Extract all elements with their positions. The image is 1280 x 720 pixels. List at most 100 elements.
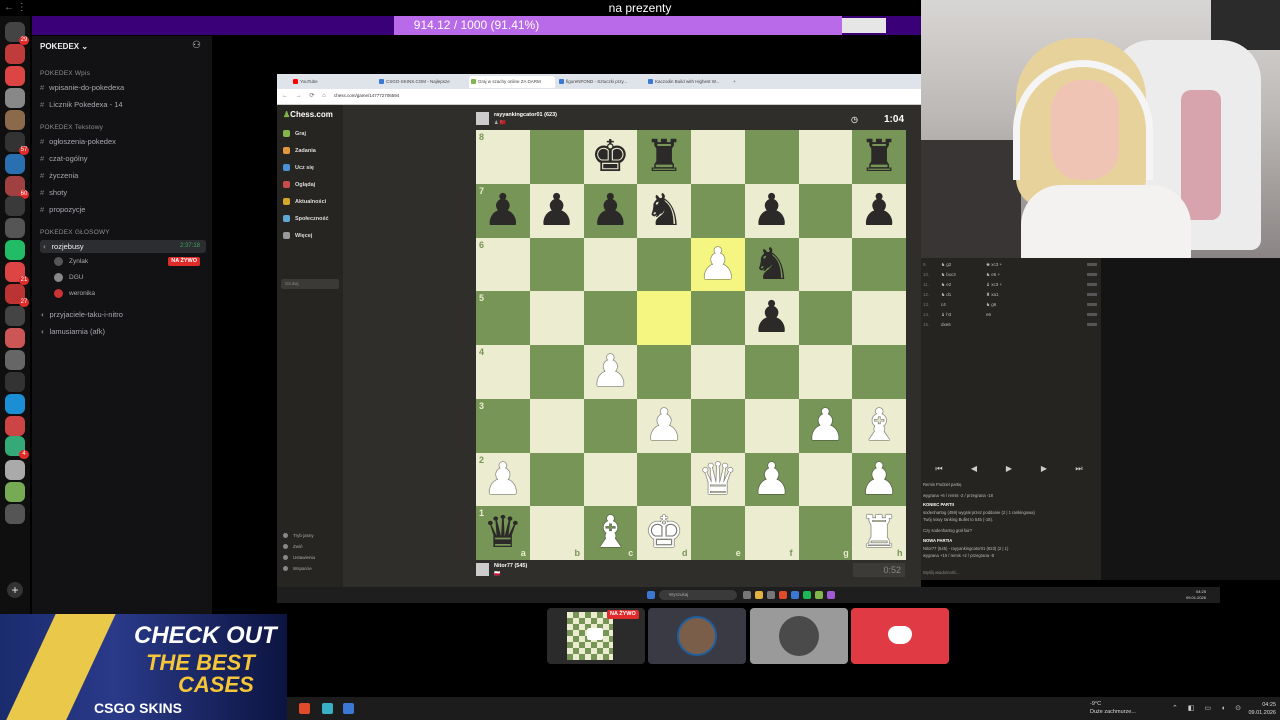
- square-d4[interactable]: [637, 345, 691, 399]
- square-h5[interactable]: [852, 291, 906, 345]
- browser-icon[interactable]: [322, 703, 333, 714]
- participant-tile-discord[interactable]: [851, 608, 949, 664]
- chrome-icon[interactable]: [779, 591, 787, 599]
- piece-h2[interactable]: ♟: [852, 453, 906, 507]
- server-icon[interactable]: 27: [5, 284, 29, 307]
- server-icon[interactable]: [5, 196, 25, 216]
- piece-a2[interactable]: ♟: [476, 453, 530, 507]
- move-row[interactable]: 14. ♝ h3 e6: [923, 310, 1099, 319]
- piece-g3[interactable]: ♟: [799, 399, 853, 453]
- server-icon[interactable]: [5, 416, 25, 436]
- channel-ogloszenia[interactable]: # ogłoszenia-pokedex: [40, 135, 206, 148]
- add-friend-icon[interactable]: ⚇: [192, 40, 201, 51]
- square-b6[interactable]: [529, 237, 584, 292]
- black-move[interactable]: ♞ g6: [986, 302, 996, 307]
- server-icon[interactable]: 29: [5, 22, 29, 45]
- black-move[interactable]: ♚ xc3 +: [986, 262, 1002, 267]
- stream-tile-chess[interactable]: NA ŻYWO: [547, 608, 645, 664]
- weather-widget[interactable]: -9°C Duże zachmurze...: [1090, 700, 1136, 716]
- square-g8[interactable]: [798, 130, 853, 184]
- category-tekstowy[interactable]: POKEDEX Tekstowy: [40, 124, 103, 131]
- avatar[interactable]: [476, 112, 489, 125]
- move-row[interactable]: 15. dxe6: [923, 320, 1099, 329]
- nav-more[interactable]: Więcej: [283, 231, 312, 241]
- piece-d8[interactable]: ♜: [637, 130, 691, 184]
- app-icon[interactable]: [827, 591, 835, 599]
- square-f3[interactable]: [744, 398, 799, 453]
- square-e3[interactable]: [691, 398, 745, 453]
- square-a3[interactable]: [476, 398, 530, 453]
- collapse-button[interactable]: Zwiń: [283, 542, 303, 551]
- square-b3[interactable]: [529, 398, 584, 453]
- channel-propozycje[interactable]: # propozycje: [40, 203, 206, 216]
- server-icon[interactable]: [5, 482, 25, 502]
- piece-d7[interactable]: ♞: [637, 184, 691, 238]
- piece-h8[interactable]: ♜: [852, 130, 906, 184]
- server-icon[interactable]: 21: [5, 262, 29, 285]
- nav-news[interactable]: Aktualności: [283, 197, 326, 207]
- square-f8[interactable]: [744, 130, 799, 184]
- piece-h7[interactable]: ♟: [852, 184, 906, 238]
- white-move[interactable]: c4: [941, 300, 986, 309]
- app-icon[interactable]: [767, 591, 775, 599]
- voice-member[interactable]: DGU: [54, 272, 204, 284]
- server-icon[interactable]: [5, 240, 25, 260]
- server-icon[interactable]: [5, 110, 25, 130]
- nav-play[interactable]: Graj: [283, 129, 306, 139]
- browser-tab-active[interactable]: Graj w szachy online ZA DARM: [469, 76, 555, 88]
- server-icon[interactable]: [5, 154, 25, 174]
- square-d5[interactable]: [637, 291, 691, 345]
- app-icon[interactable]: [343, 703, 354, 714]
- browser-tab[interactable]: figureNFOND - Sztuczki przy...: [557, 76, 643, 88]
- server-icon[interactable]: 4: [5, 436, 29, 459]
- url-input[interactable]: chess.com/game/147772706594: [334, 93, 399, 98]
- square-a6[interactable]: [476, 237, 530, 292]
- voice-member[interactable]: weronika: [54, 288, 204, 300]
- piece-d3[interactable]: ♟: [637, 399, 691, 453]
- shared-search-input[interactable]: Wyszukaj: [659, 590, 737, 600]
- nav-arrows-icon[interactable]: ← → ⟳ ⌂: [282, 92, 329, 99]
- white-move[interactable]: ♞ bxc3: [941, 270, 986, 279]
- server-icon[interactable]: 57: [5, 132, 29, 155]
- app-icon[interactable]: [791, 591, 799, 599]
- server-icon[interactable]: [5, 504, 25, 524]
- server-icon[interactable]: [5, 350, 25, 370]
- server-icon[interactable]: [5, 394, 25, 414]
- browser-tab[interactable]: CSGO-SKINS.COM - Najlepsze: [377, 76, 467, 88]
- chess-app-icon[interactable]: [815, 591, 823, 599]
- square-g5[interactable]: [798, 291, 853, 345]
- black-move[interactable]: ♞ e5 +: [986, 272, 1000, 277]
- nav-watch[interactable]: Oglądaj: [283, 180, 315, 190]
- black-move[interactable]: e6: [986, 312, 991, 317]
- square-d2[interactable]: [637, 452, 691, 507]
- move-row[interactable]: 11. ♞ e2 ♝ xc3 +: [923, 280, 1099, 289]
- square-g6[interactable]: [798, 237, 853, 292]
- support-link[interactable]: Wsparcie: [283, 564, 312, 573]
- square-b2[interactable]: [529, 452, 584, 507]
- participant-tile[interactable]: [648, 608, 746, 664]
- piece-e6[interactable]: ♟: [691, 238, 745, 292]
- category-wpis[interactable]: POKEDEX Wpis: [40, 70, 90, 77]
- square-b5[interactable]: [529, 291, 584, 345]
- piece-c1[interactable]: ♝: [584, 506, 638, 560]
- first-move-button[interactable]: ⏮: [925, 462, 953, 476]
- nav-learn[interactable]: Ucz się: [283, 163, 314, 173]
- square-e4[interactable]: [691, 345, 745, 399]
- category-glosowy[interactable]: POKEDEX GŁOSOWY: [40, 229, 110, 236]
- piece-f5[interactable]: ♟: [745, 291, 799, 345]
- square-b4[interactable]: [529, 345, 584, 399]
- player-name[interactable]: Nitor77 (545): [494, 563, 527, 569]
- server-icon[interactable]: [5, 306, 25, 326]
- server-icon[interactable]: [5, 372, 25, 392]
- folder-icon[interactable]: [755, 591, 763, 599]
- brave-icon[interactable]: [299, 703, 310, 714]
- server-icon[interactable]: [5, 88, 25, 108]
- piece-a1[interactable]: ♛: [476, 506, 530, 560]
- square-b8[interactable]: [529, 130, 584, 184]
- square-f4[interactable]: [744, 345, 799, 399]
- voice-channel-przyjaciele[interactable]: ◖ przyjaciele-taku-i-nitro: [40, 308, 206, 321]
- move-row[interactable]: 13. c4 ♞ g6: [923, 300, 1099, 309]
- settings-link[interactable]: Ustawienia: [283, 553, 315, 562]
- piece-f2[interactable]: ♟: [745, 453, 799, 507]
- white-move[interactable]: ♝ h3: [941, 310, 986, 319]
